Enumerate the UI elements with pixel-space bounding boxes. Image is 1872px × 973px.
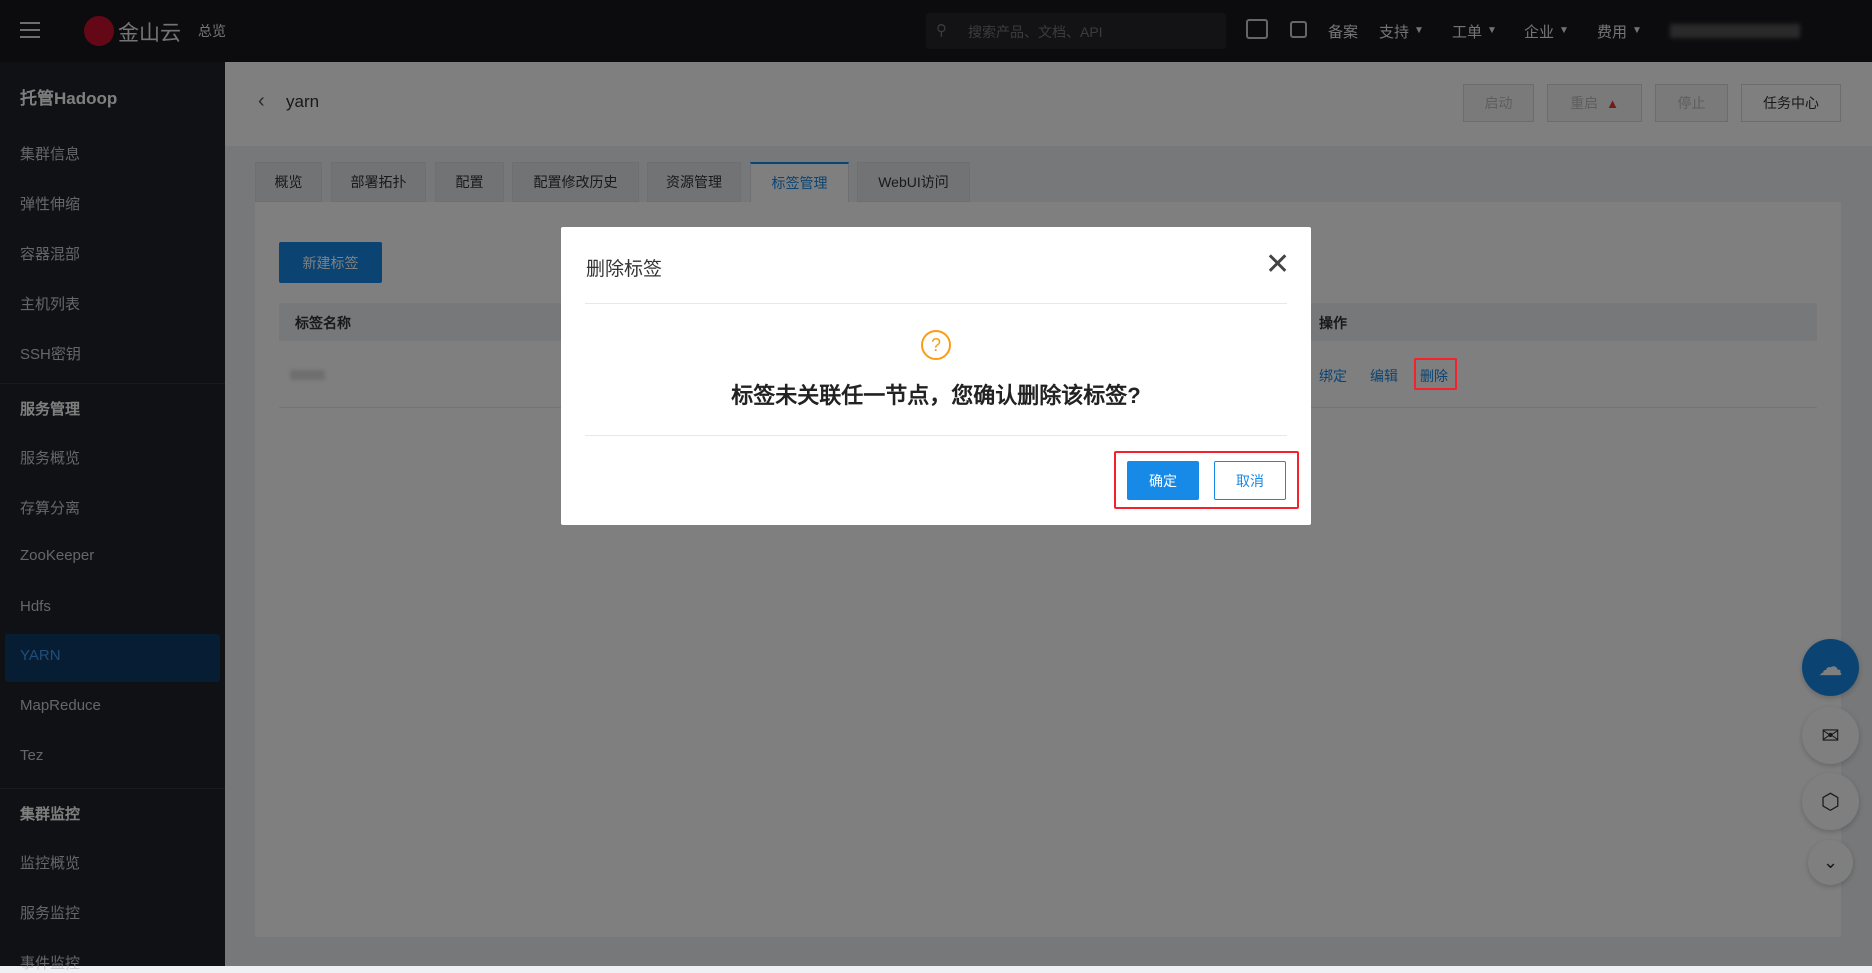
divider	[585, 303, 1287, 304]
delete-label-dialog: 删除标签 ✕ ? 标签未关联任一节点，您确认删除该标签? 确定 取消	[561, 227, 1311, 525]
question-icon: ?	[921, 330, 951, 360]
highlight-box-buttons	[1114, 451, 1299, 509]
close-icon[interactable]: ✕	[1265, 247, 1290, 282]
highlight-box-delete	[1414, 358, 1457, 390]
divider	[585, 435, 1287, 436]
dialog-message: 标签未关联任一节点，您确认删除该标签?	[731, 383, 1141, 408]
dialog-title: 删除标签	[586, 259, 663, 280]
